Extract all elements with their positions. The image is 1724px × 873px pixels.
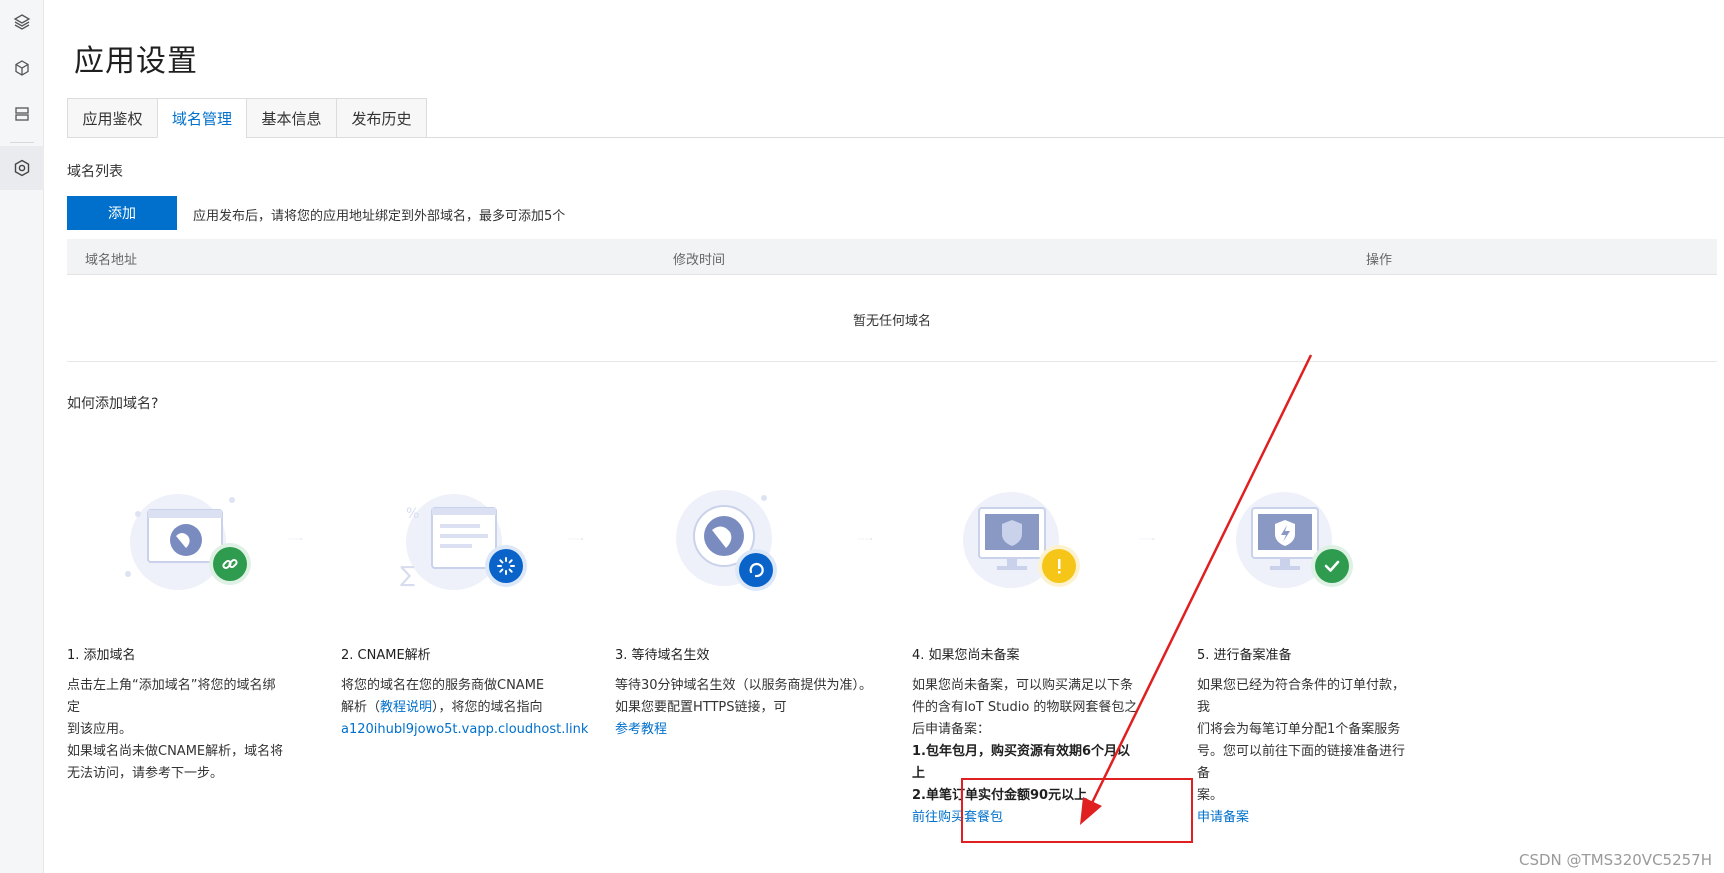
tab-bar: 应用鉴权 域名管理 基本信息 发布历史 bbox=[67, 98, 1724, 138]
tab-app-auth[interactable]: 应用鉴权 bbox=[67, 98, 158, 138]
settings-icon[interactable] bbox=[0, 146, 44, 190]
step-arrow-1 bbox=[287, 538, 303, 540]
svg-text:%: % bbox=[406, 506, 419, 522]
rail-divider bbox=[10, 142, 34, 143]
step-2-line-with-link: 解析（教程说明），将您的域名指向 bbox=[341, 697, 581, 719]
step-arrow-4 bbox=[1139, 538, 1155, 540]
step-4-line: 如果您尚未备案，可以购买满足以下条 bbox=[912, 678, 1134, 693]
check-icon bbox=[1320, 554, 1344, 578]
column-domain-address: 域名地址 bbox=[85, 253, 138, 268]
tab-publish-history[interactable]: 发布历史 bbox=[336, 98, 427, 138]
step-4-line: 件的含有IoT Studio 的物联网套餐包之 bbox=[912, 700, 1138, 715]
step-4-line: 后申请备案： bbox=[912, 722, 991, 737]
step-5-line: 案。 bbox=[1197, 788, 1224, 803]
domain-list-label: 域名列表 bbox=[67, 164, 123, 180]
reference-tutorial-link[interactable]: 参考教程 bbox=[615, 719, 875, 741]
domain-table-empty-row: 暂无任何域名 bbox=[67, 275, 1717, 362]
cube-icon[interactable] bbox=[0, 46, 44, 90]
step-1-line: 到该应用。 bbox=[67, 722, 133, 737]
step-2-title: 2. CNAME解析 bbox=[341, 648, 431, 663]
storage-icon[interactable] bbox=[0, 92, 44, 136]
step-3-illustration bbox=[670, 478, 820, 608]
svg-text:∑: ∑ bbox=[400, 563, 415, 588]
add-domain-button[interactable]: 添加 bbox=[67, 196, 177, 230]
loading-icon bbox=[494, 554, 518, 578]
step-4-text: 4. 如果您尚未备案 如果您尚未备案，可以购买满足以下条 件的含有IoT Stu… bbox=[912, 645, 1152, 829]
app-root: 应用设置 应用鉴权 域名管理 基本信息 发布历史 域名列表 添加 应用发布后，请… bbox=[0, 0, 1724, 873]
page-title: 应用设置 bbox=[74, 44, 198, 79]
domain-table-header: 域名地址 修改时间 操作 bbox=[67, 239, 1717, 275]
step-3-line: 如果您要配置HTTPS链接，可 bbox=[615, 700, 787, 715]
empty-state-text: 暂无任何域名 bbox=[852, 314, 931, 329]
refresh-icon bbox=[744, 558, 768, 582]
layers-icon[interactable] bbox=[0, 0, 44, 44]
main-content: 应用设置 应用鉴权 域名管理 基本信息 发布历史 域名列表 添加 应用发布后，请… bbox=[67, 0, 1724, 873]
watermark: CSDN @TMS320VC5257H bbox=[1519, 851, 1712, 869]
step-1-line: 无法访问，请参考下一步。 bbox=[67, 766, 224, 781]
step-4-condition: 上 bbox=[912, 766, 926, 781]
tab-basic-info[interactable]: 基本信息 bbox=[246, 98, 337, 138]
warning-icon bbox=[1047, 554, 1071, 578]
step-3-title: 3. 等待域名生效 bbox=[615, 648, 710, 663]
step-1-text: 1. 添加域名 点击左上角“添加域名”将您的域名绑定 到该应用。 如果域名尚未做… bbox=[67, 645, 287, 785]
step-1-title: 1. 添加域名 bbox=[67, 648, 136, 663]
howto-title: 如何添加域名? bbox=[67, 396, 159, 412]
step-5-line: 号。您可以前往下面的链接准备进行备 bbox=[1197, 744, 1406, 781]
step-5-text: 5. 进行备案准备 如果您已经为符合条件的订单付款，我 们将会为每笔订单分配1个… bbox=[1197, 645, 1417, 829]
step-2-text: 2. CNAME解析 将您的域名在您的服务商做CNAME 解析（教程说明），将您… bbox=[341, 645, 588, 741]
step-4-illustration bbox=[949, 478, 1099, 608]
step-2-prefix: 解析（ bbox=[341, 700, 381, 715]
step-5-title: 5. 进行备案准备 bbox=[1197, 648, 1292, 663]
step-5-line: 们将会为每笔订单分配1个备案服务 bbox=[1197, 722, 1401, 737]
step-arrow-2 bbox=[568, 538, 584, 540]
step-1-illustration bbox=[118, 478, 268, 608]
step-1-line: 点击左上角“添加域名”将您的域名绑定 bbox=[67, 678, 276, 715]
tab-domain-management[interactable]: 域名管理 bbox=[157, 98, 247, 138]
step-1-line: 如果域名尚未做CNAME解析，域名将 bbox=[67, 744, 284, 759]
add-domain-hint: 应用发布后，请将您的应用地址绑定到外部域名，最多可添加5个 bbox=[193, 209, 566, 224]
step-arrow-3 bbox=[857, 538, 873, 540]
step-5-line: 如果您已经为符合条件的订单付款，我 bbox=[1197, 678, 1406, 715]
left-icon-rail bbox=[0, 0, 44, 873]
step-2-illustration: ∑ % bbox=[394, 478, 544, 608]
step-2-line: 将您的域名在您的服务商做CNAME bbox=[341, 678, 545, 693]
step-3-text: 3. 等待域名生效 等待30分钟域名生效（以服务商提供为准）。 如果您要配置HT… bbox=[615, 645, 875, 741]
tutorial-link[interactable]: 教程说明 bbox=[380, 700, 432, 715]
step-5-illustration bbox=[1222, 478, 1372, 608]
step-4-title: 4. 如果您尚未备案 bbox=[912, 648, 1020, 663]
link-icon bbox=[218, 552, 242, 576]
buy-package-link[interactable]: 前往购买套餐包 bbox=[912, 807, 1152, 829]
step-2-suffix: ），将您的域名指向 bbox=[432, 700, 543, 715]
column-actions: 操作 bbox=[1366, 253, 1393, 268]
apply-filing-link[interactable]: 申请备案 bbox=[1197, 807, 1417, 829]
cname-target-link[interactable]: a120ihubl9jowo5t.vapp.cloudhost.link bbox=[341, 719, 588, 741]
column-modified-time: 修改时间 bbox=[673, 253, 726, 268]
step-4-condition: 2.单笔订单实付金额90元以上 bbox=[912, 788, 1088, 803]
step-3-line: 等待30分钟域名生效（以服务商提供为准）。 bbox=[615, 678, 873, 693]
step-4-condition: 1.包年包月，购买资源有效期6个月以 bbox=[912, 744, 1131, 759]
